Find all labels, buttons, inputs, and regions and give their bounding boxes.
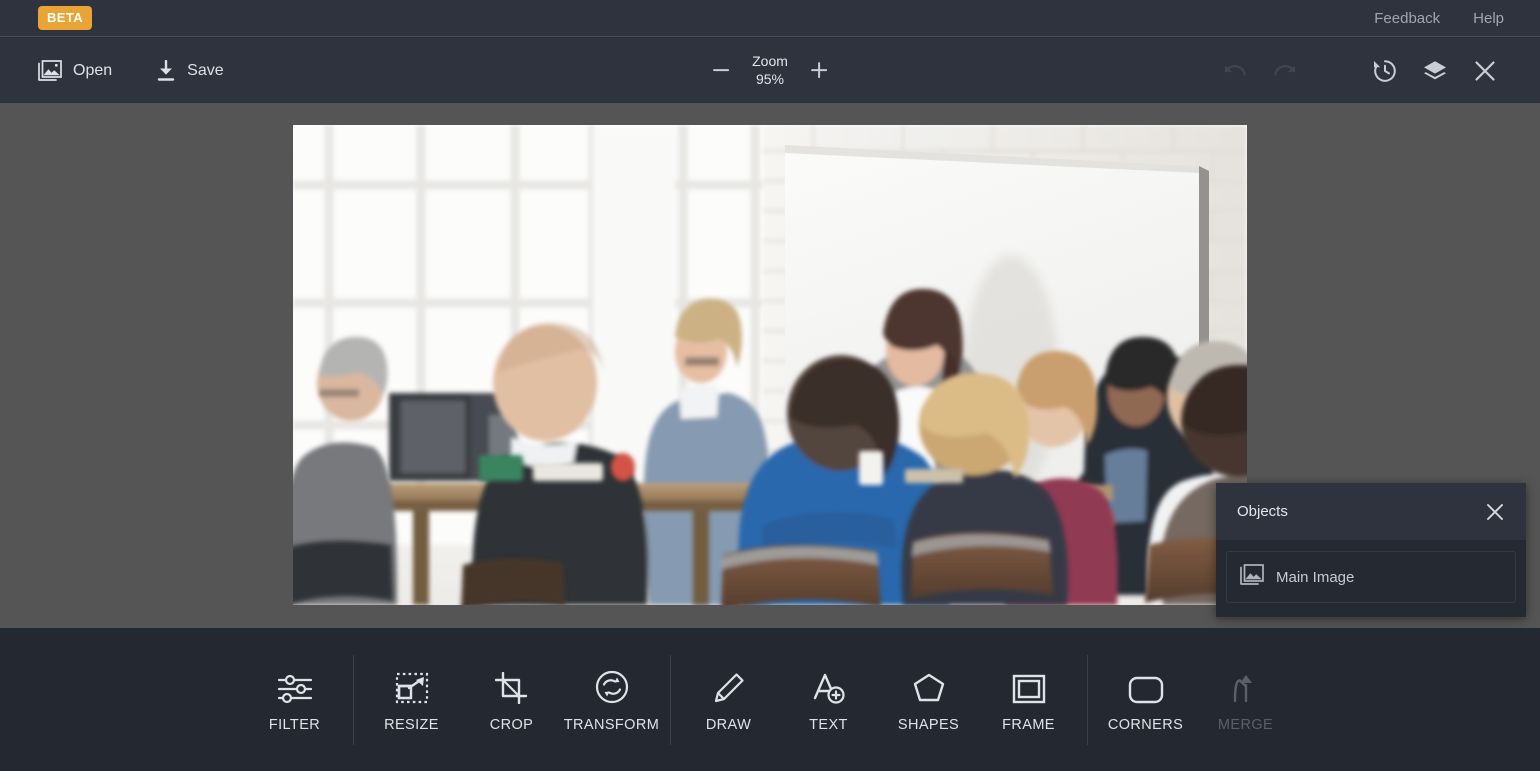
list-item-label: Main Image <box>1276 568 1355 586</box>
resize-icon <box>395 666 429 704</box>
file-actions: Open Save <box>38 59 224 82</box>
zoom-value: 95% <box>755 71 785 88</box>
tool-frame-label: FRAME <box>1002 717 1055 733</box>
tool-shapes[interactable]: SHAPES <box>879 652 979 748</box>
objects-panel: Objects Main Image <box>1216 483 1526 617</box>
toolbar-actions <box>1210 46 1510 96</box>
list-item[interactable]: Main Image <box>1226 551 1516 603</box>
beta-badge: BETA <box>38 6 93 30</box>
close-editor-button[interactable] <box>1460 46 1510 96</box>
tool-transform-label: TRANSFORM <box>563 717 660 733</box>
tool-corners[interactable]: CORNERS <box>1096 652 1196 748</box>
text-add-icon <box>812 666 846 704</box>
redo-button[interactable] <box>1260 46 1310 96</box>
open-button-label: Open <box>73 61 113 79</box>
meeting-photo <box>293 125 1247 605</box>
close-icon[interactable] <box>1482 499 1508 525</box>
toolbar-separator <box>1086 654 1088 745</box>
objects-panel-title: Objects <box>1237 503 1288 520</box>
tool-text-label: TEXT <box>809 717 848 733</box>
bottom-toolbar: FILTER RESIZE CROP TRANSFORM DRAW TEXT S… <box>0 628 1540 771</box>
zoom-control: Zoom 95% <box>710 52 830 90</box>
save-button-label: Save <box>187 61 224 79</box>
tool-group-shape-ops: CORNERS MERGE <box>1096 652 1296 748</box>
download-icon <box>156 59 176 82</box>
main-image[interactable] <box>293 125 1247 605</box>
transform-icon <box>595 666 629 704</box>
help-link[interactable]: Help <box>1473 10 1504 27</box>
tool-draw[interactable]: DRAW <box>679 652 779 748</box>
tool-merge[interactable]: MERGE <box>1196 652 1296 748</box>
pencil-icon <box>713 666 745 704</box>
tool-corners-label: CORNERS <box>1107 717 1184 733</box>
app-header: BETA Feedback Help <box>0 0 1540 37</box>
toolbar-separator <box>352 654 354 745</box>
tool-crop-label: CROP <box>489 717 534 733</box>
tool-group-create: DRAW TEXT SHAPES FRAME <box>679 652 1079 748</box>
tool-resize-label: RESIZE <box>384 717 439 733</box>
tool-filter[interactable]: FILTER <box>245 652 345 748</box>
frame-icon <box>1012 666 1046 704</box>
rounded-rect-icon <box>1128 666 1164 704</box>
toolbar-separator <box>669 654 671 745</box>
tool-group-geometry: RESIZE CROP TRANSFORM <box>362 652 662 748</box>
zoom-label: Zoom <box>752 52 788 69</box>
image-icon <box>38 59 62 82</box>
undo-button[interactable] <box>1210 46 1260 96</box>
merge-arrow-icon <box>1230 666 1262 704</box>
tool-resize[interactable]: RESIZE <box>362 652 462 748</box>
sliders-icon <box>277 666 313 704</box>
history-button[interactable] <box>1360 46 1410 96</box>
save-button[interactable]: Save <box>156 59 224 82</box>
crop-icon <box>494 666 529 704</box>
polygon-icon <box>912 666 946 704</box>
tool-transform[interactable]: TRANSFORM <box>562 652 662 748</box>
tool-text[interactable]: TEXT <box>779 652 879 748</box>
objects-panel-header: Objects <box>1216 483 1526 540</box>
image-editor-app: BETA Feedback Help Open Save Zoom 95% Ob… <box>0 0 1540 771</box>
image-icon <box>1240 563 1264 591</box>
tool-draw-label: DRAW <box>705 717 752 733</box>
tool-frame[interactable]: FRAME <box>979 652 1079 748</box>
layers-button[interactable] <box>1410 46 1460 96</box>
tool-group-filter: FILTER <box>245 652 345 748</box>
tool-crop[interactable]: CROP <box>462 652 562 748</box>
feedback-link[interactable]: Feedback <box>1374 10 1440 27</box>
tool-shapes-label: SHAPES <box>897 717 960 733</box>
zoom-in-button[interactable] <box>808 60 830 82</box>
header-links: Feedback Help <box>1374 10 1504 27</box>
open-button[interactable]: Open <box>38 59 113 82</box>
tool-filter-label: FILTER <box>268 717 321 733</box>
objects-list: Main Image <box>1216 540 1526 614</box>
zoom-readout: Zoom 95% <box>752 52 788 90</box>
main-toolbar: Open Save Zoom 95% <box>0 38 1540 103</box>
zoom-out-button[interactable] <box>710 60 732 82</box>
tool-merge-label: MERGE <box>1217 717 1274 733</box>
